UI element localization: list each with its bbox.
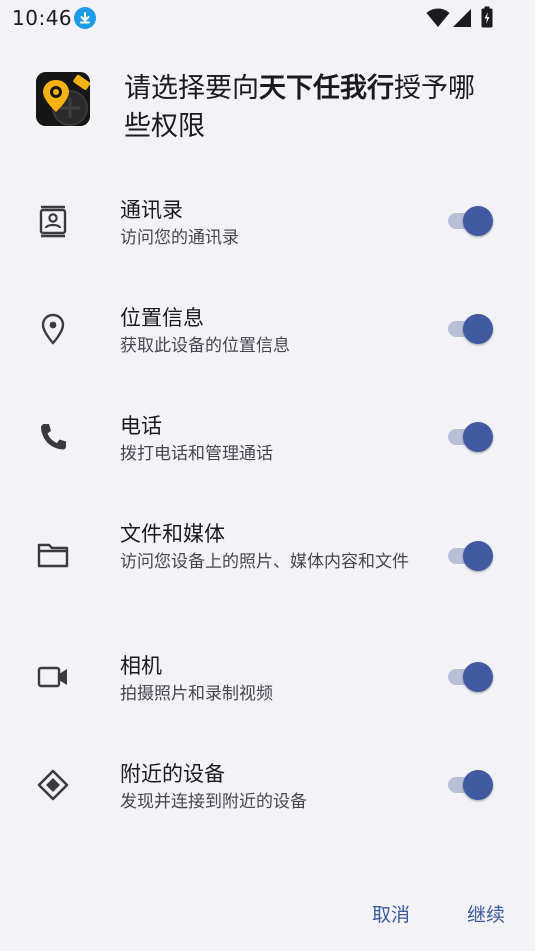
cancel-button[interactable]: 取消	[372, 900, 410, 927]
permission-desc: 拍摄照片和录制视频	[120, 684, 273, 704]
toggle-files-media[interactable]	[446, 540, 494, 572]
permission-title: 附近的设备	[120, 762, 225, 786]
toggle-contacts[interactable]	[446, 205, 494, 237]
app-name: 天下任我行	[259, 73, 394, 104]
status-bar: 10:46	[0, 0, 535, 36]
app-logo-icon	[36, 72, 90, 126]
location-icon	[36, 312, 70, 346]
toggle-camera[interactable]	[446, 661, 494, 693]
phone-icon	[36, 420, 70, 454]
status-time: 10:46	[12, 6, 73, 30]
signal-icon	[453, 9, 471, 27]
wifi-icon	[426, 8, 450, 27]
permission-header: 请选择要向天下任我行授予哪些权限	[36, 70, 496, 150]
nearby-devices-icon	[36, 768, 70, 802]
camera-icon	[36, 660, 70, 694]
toggle-phone[interactable]	[446, 421, 494, 453]
contacts-icon	[36, 204, 70, 238]
permission-desc: 访问您的通讯录	[120, 228, 239, 248]
permission-title: 相机	[120, 654, 162, 678]
permission-desc: 拨打电话和管理通话	[120, 444, 273, 464]
permission-desc: 访问您设备上的照片、媒体内容和文件	[120, 552, 409, 572]
permission-title: 电话	[120, 414, 162, 438]
page-title: 请选择要向天下任我行授予哪些权限	[124, 73, 475, 142]
permission-title: 通讯录	[120, 198, 183, 222]
permission-title: 位置信息	[120, 306, 204, 330]
toggle-nearby-devices[interactable]	[446, 769, 494, 801]
permission-desc: 发现并连接到附近的设备	[120, 792, 307, 812]
permission-desc: 获取此设备的位置信息	[120, 336, 290, 356]
toggle-location[interactable]	[446, 313, 494, 345]
permission-title: 文件和媒体	[120, 522, 225, 546]
download-icon	[74, 7, 96, 29]
battery-charging-icon	[481, 6, 493, 28]
continue-button[interactable]: 继续	[467, 900, 505, 927]
folder-icon	[36, 538, 70, 572]
